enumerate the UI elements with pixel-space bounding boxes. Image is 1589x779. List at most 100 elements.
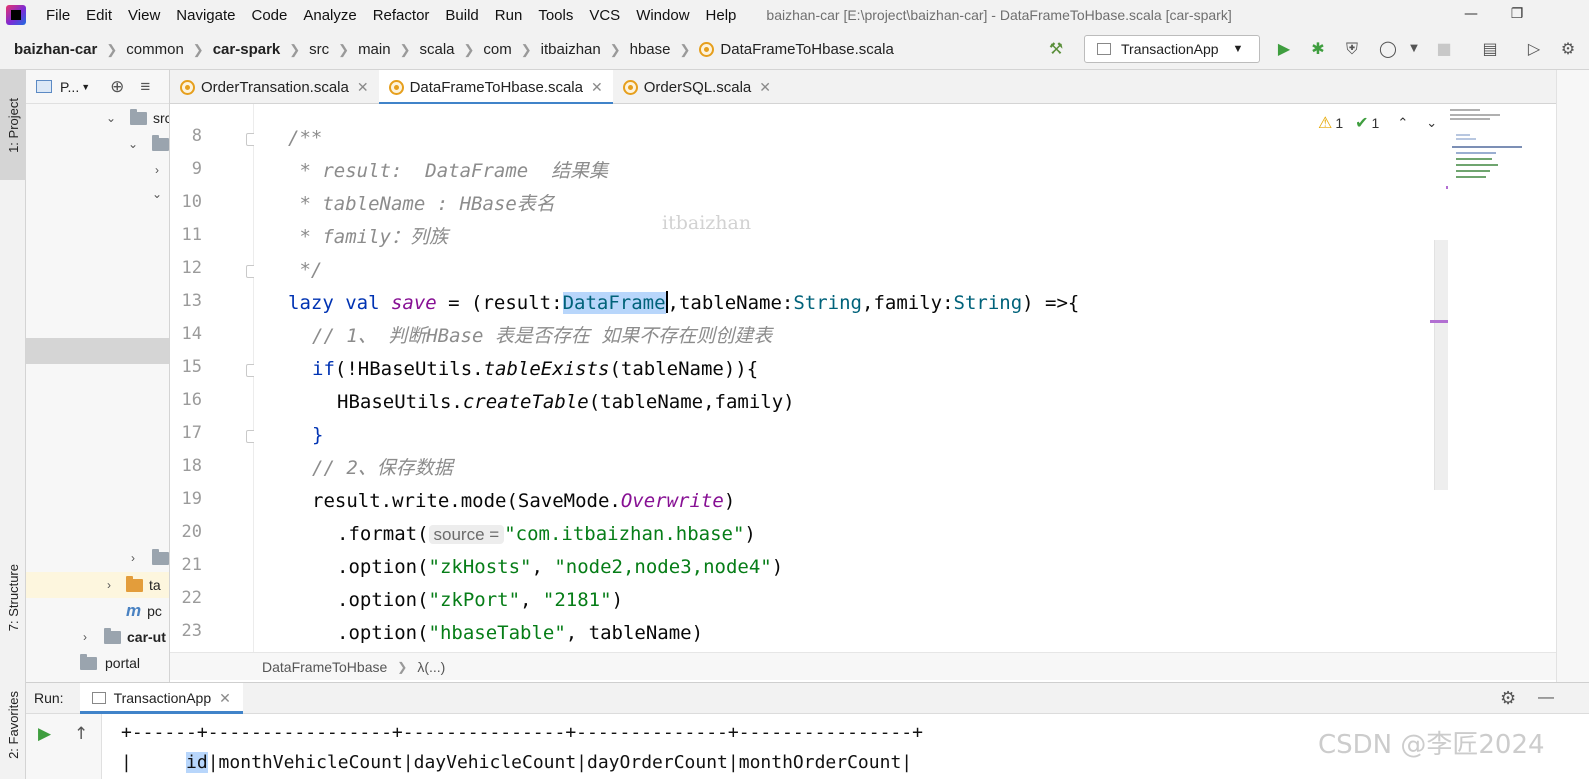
- profile-dropdown-icon[interactable]: ▼: [1404, 39, 1424, 59]
- menu-bar: File Edit View Navigate Code Analyze Ref…: [0, 0, 1589, 30]
- line-number: 10: [181, 192, 202, 212]
- run-tab-transactionapp[interactable]: TransactionApp ✕: [79, 682, 244, 714]
- scroll-marker: [1430, 320, 1448, 323]
- tree-item-src[interactable]: ⌄ src: [104, 106, 169, 130]
- code-editor[interactable]: /** * result: DataFrame 结果集 * tableName …: [254, 104, 1434, 652]
- tab-ordertransation[interactable]: OrderTransation.scala ✕: [170, 70, 379, 104]
- build-hammer-icon[interactable]: ⚒: [1046, 39, 1066, 59]
- gear-icon[interactable]: ⚙: [1500, 688, 1516, 709]
- code-token: (!HBaseUtils.: [334, 358, 484, 380]
- project-tool-tab[interactable]: 1: Project: [0, 70, 26, 180]
- chevron-down-icon[interactable]: ⌄: [126, 137, 140, 151]
- breadcrumb-file[interactable]: DataFrameToHbase.scala: [720, 41, 893, 58]
- restore-icon[interactable]: ❐: [1502, 2, 1532, 26]
- tab-ordersql[interactable]: OrderSQL.scala ✕: [613, 70, 781, 104]
- line-number: 15: [181, 357, 202, 377]
- console-token: |: [121, 752, 187, 773]
- tree-item-car-utils[interactable]: › car-ut: [78, 625, 166, 649]
- stop-icon[interactable]: ■: [1434, 39, 1454, 59]
- editor-breadcrumb-object[interactable]: DataFrameToHbase: [262, 659, 387, 675]
- chevron-right-icon[interactable]: ›: [102, 578, 116, 592]
- close-icon[interactable]: ✕: [219, 690, 231, 707]
- tree-item-portal[interactable]: portal: [80, 651, 140, 675]
- rerun-icon[interactable]: ▶: [38, 724, 51, 744]
- code-line-23: .option("hbaseTable", tableName): [337, 617, 703, 650]
- tab-dataframetohbase[interactable]: DataFrameToHbase.scala ✕: [378, 70, 613, 105]
- menu-edit[interactable]: Edit: [78, 7, 120, 24]
- breadcrumb-main[interactable]: main: [358, 41, 391, 58]
- maven-icon: m: [126, 601, 142, 620]
- warning-count: 1: [1335, 115, 1344, 131]
- breadcrumb-hbase[interactable]: hbase: [630, 41, 671, 58]
- breadcrumb-itbaizhan[interactable]: itbaizhan: [541, 41, 601, 58]
- tree-selection-highlight: [26, 338, 169, 364]
- chevron-right-icon[interactable]: ›: [126, 551, 140, 565]
- chevron-right-icon[interactable]: ›: [150, 163, 164, 177]
- profile-icon[interactable]: ◯: [1378, 39, 1398, 59]
- string-token: "node2,node3,node4": [554, 556, 772, 578]
- line-number: 18: [181, 456, 202, 476]
- menu-build[interactable]: Build: [437, 7, 486, 24]
- menu-help[interactable]: Help: [698, 7, 745, 24]
- menu-window[interactable]: Window: [628, 7, 697, 24]
- chevron-up-icon[interactable]: ⌃: [1397, 115, 1408, 131]
- code-minimap[interactable]: [1446, 104, 1556, 204]
- coverage-icon[interactable]: ⛨: [1342, 39, 1362, 59]
- debug-icon[interactable]: ✱: [1308, 39, 1328, 59]
- tree-item-collapsed[interactable]: ›: [150, 158, 164, 182]
- chevron-down-icon[interactable]: ▼: [81, 82, 90, 92]
- breadcrumb-src[interactable]: src: [309, 41, 329, 58]
- chevron-down-icon[interactable]: ⌄: [104, 111, 118, 125]
- breadcrumb-com[interactable]: com: [483, 41, 511, 58]
- menu-navigate[interactable]: Navigate: [168, 7, 243, 24]
- chevron-right-icon[interactable]: ›: [78, 630, 92, 644]
- code-token: ): [744, 523, 756, 545]
- locate-icon[interactable]: ⊕: [110, 77, 124, 97]
- favorites-tool-tab[interactable]: 2: Favorites: [0, 670, 26, 779]
- menu-tools[interactable]: Tools: [530, 7, 581, 24]
- menu-refactor[interactable]: Refactor: [365, 7, 438, 24]
- function-name-token: save: [390, 292, 437, 314]
- minimize-panel-icon[interactable]: —: [1538, 689, 1554, 707]
- structure-tool-tab[interactable]: 7: Structure: [0, 540, 26, 655]
- close-icon[interactable]: ✕: [759, 79, 771, 96]
- arrow-up-icon[interactable]: ↑: [74, 724, 88, 744]
- settings-icon[interactable]: ⚙: [1558, 39, 1578, 59]
- menu-view[interactable]: View: [120, 7, 168, 24]
- editor-breadcrumb-lambda[interactable]: λ(...): [417, 659, 445, 675]
- menu-analyze[interactable]: Analyze: [295, 7, 364, 24]
- tree-item-expanded[interactable]: ⌄: [150, 182, 164, 206]
- inspection-widget[interactable]: ⚠ 1 ✔ 1 ⌃ ⌄: [1318, 113, 1437, 133]
- close-icon[interactable]: ✕: [357, 79, 369, 96]
- type-token: String: [953, 292, 1023, 314]
- line-number: 12: [181, 258, 202, 278]
- menu-vcs[interactable]: VCS: [581, 7, 628, 24]
- tree-item-collapsed[interactable]: ›: [126, 546, 169, 570]
- favorites-tool-label: 2: Favorites: [5, 690, 21, 759]
- terminal-icon[interactable]: ▷: [1524, 39, 1544, 59]
- run-icon[interactable]: ▶: [1274, 39, 1294, 59]
- code-token: , tableName): [565, 622, 704, 644]
- code-line-16: HBaseUtils.createTable(tableName,family): [337, 386, 795, 419]
- minimize-icon[interactable]: —: [1456, 2, 1486, 26]
- breadcrumb-scala[interactable]: scala: [419, 41, 454, 58]
- tree-item-pom[interactable]: m pc: [126, 599, 162, 623]
- project-view-select[interactable]: P...: [60, 79, 79, 95]
- code-line-20: .format(source = "com.itbaizhan.hbase"): [337, 518, 756, 551]
- breadcrumb-common[interactable]: common: [126, 41, 184, 58]
- run-configuration-select[interactable]: TransactionApp ▼: [1084, 35, 1260, 63]
- tree-item-target[interactable]: › ta: [102, 573, 161, 597]
- run-label: Run:: [34, 690, 64, 706]
- chevron-down-icon[interactable]: ⌄: [1426, 115, 1437, 131]
- menu-run[interactable]: Run: [487, 7, 531, 24]
- tree-item-folder[interactable]: ⌄: [126, 132, 169, 156]
- chevron-down-icon[interactable]: ⌄: [150, 187, 164, 201]
- menu-file[interactable]: File: [38, 7, 78, 24]
- close-icon[interactable]: ✕: [591, 79, 603, 96]
- menu-code[interactable]: Code: [243, 7, 295, 24]
- breadcrumb-project[interactable]: baizhan-car: [14, 41, 97, 58]
- editor-scrollbar[interactable]: [1434, 240, 1448, 490]
- breadcrumb-module[interactable]: car-spark: [213, 41, 281, 58]
- project-structure-icon[interactable]: ▤: [1480, 39, 1500, 59]
- collapse-all-icon[interactable]: ≡: [140, 77, 150, 97]
